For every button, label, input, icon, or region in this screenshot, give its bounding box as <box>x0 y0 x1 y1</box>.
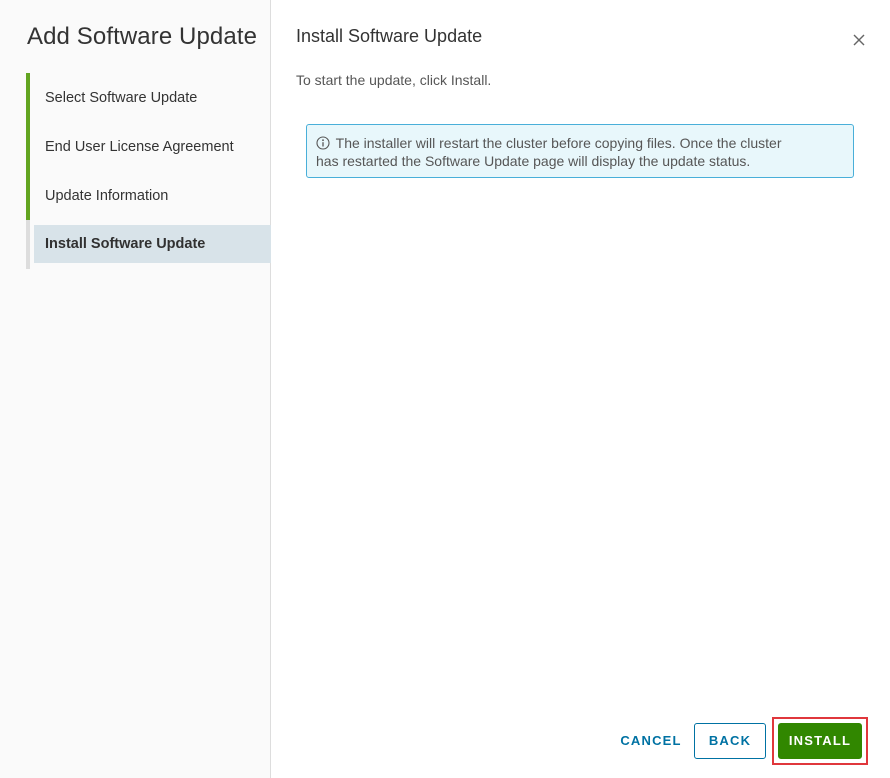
wizard-sidebar: Add Software Update Select Software Upda… <box>0 0 271 778</box>
info-circle-icon <box>316 136 330 150</box>
step-label: Install Software Update <box>45 236 206 252</box>
wizard-steps-nav: Select Software Update End User License … <box>26 73 271 269</box>
close-icon <box>853 34 865 46</box>
step-install-software-update[interactable]: Install Software Update <box>26 220 271 269</box>
back-button[interactable]: BACK <box>694 723 766 759</box>
install-button[interactable]: INSTALL <box>778 723 862 759</box>
step-end-user-license-agreement[interactable]: End User License Agreement <box>26 122 271 171</box>
step-select-software-update[interactable]: Select Software Update <box>26 73 271 122</box>
close-button[interactable] <box>851 32 867 48</box>
alert-text-line-2: has restarted the Software Update page w… <box>316 153 751 169</box>
add-software-update-wizard: Add Software Update Select Software Upda… <box>0 0 890 778</box>
step-label: Select Software Update <box>45 90 198 106</box>
step-label: Update Information <box>45 188 169 204</box>
alert-text-line-1: The installer will restart the cluster b… <box>335 135 782 151</box>
cancel-button[interactable]: CANCEL <box>614 723 688 759</box>
step-update-information[interactable]: Update Information <box>26 171 271 220</box>
alert-line-1: The installer will restart the cluster b… <box>316 134 841 152</box>
instructions-text: To start the update, click Install. <box>296 72 492 88</box>
page-title: Install Software Update <box>296 26 483 46</box>
info-alert: The installer will restart the cluster b… <box>306 124 854 178</box>
wizard-title: Add Software Update <box>27 23 258 50</box>
step-label: End User License Agreement <box>45 139 234 155</box>
